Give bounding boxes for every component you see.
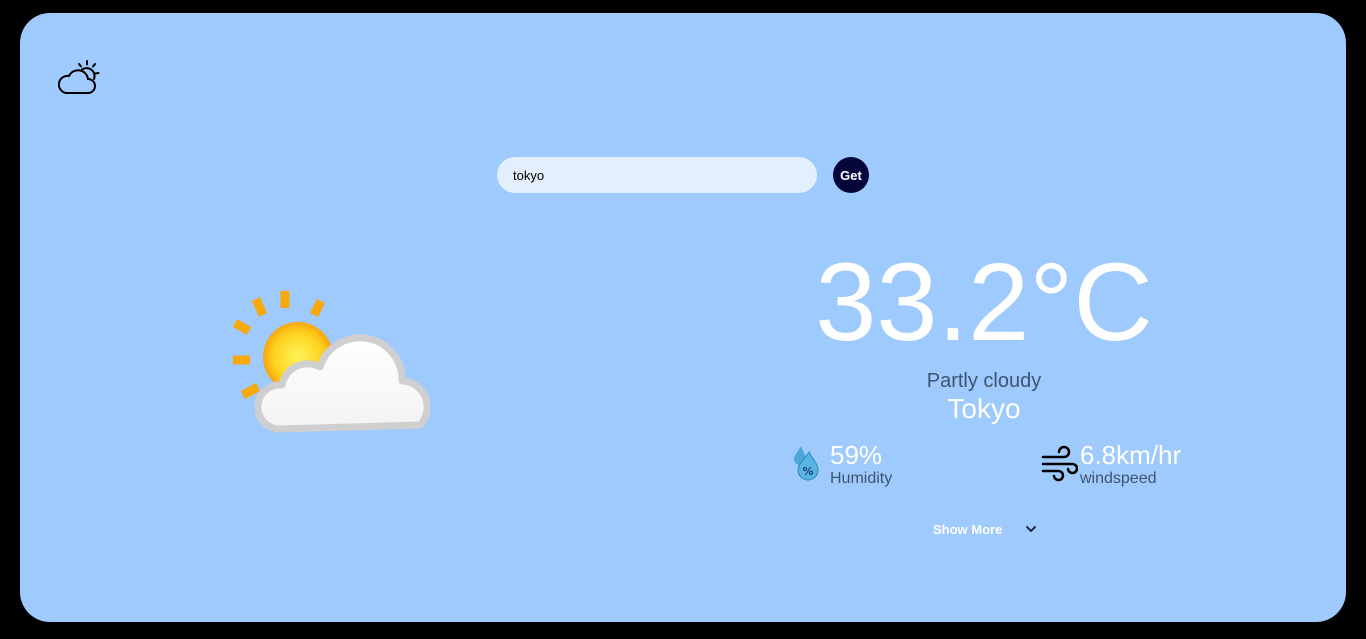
weather-condition: Partly cloudy: [926, 370, 1042, 392]
show-more-label: Show More: [933, 522, 1003, 537]
humidity-stat: % 59% Humidity: [790, 440, 990, 490]
chevron-down-icon: [1026, 526, 1036, 532]
weather-card: Get 33.2°C Partly cloudy Toky: [20, 13, 1346, 622]
city-name: Tokyo: [947, 393, 1021, 424]
get-weather-button[interactable]: Get: [833, 157, 869, 193]
windspeed-stat: 6.8km/hr windspeed: [1040, 440, 1210, 490]
svg-text:%: %: [802, 465, 813, 478]
cloud-sun-logo-icon: [58, 60, 100, 94]
windspeed-label: windspeed: [1080, 470, 1157, 487]
search-bar: Get: [497, 157, 877, 193]
humidity-icon: %: [794, 446, 819, 481]
humidity-value: 59%: [830, 440, 883, 470]
humidity-label: Humidity: [830, 470, 893, 487]
partly-cloudy-icon: [232, 291, 430, 433]
wind-icon: [1041, 445, 1078, 482]
windspeed-value: 6.8km/hr: [1080, 440, 1182, 470]
temperature-value: 33.2°C: [815, 241, 1153, 364]
city-search-input[interactable]: [497, 157, 817, 193]
show-more-toggle[interactable]: Show More: [933, 520, 1043, 540]
